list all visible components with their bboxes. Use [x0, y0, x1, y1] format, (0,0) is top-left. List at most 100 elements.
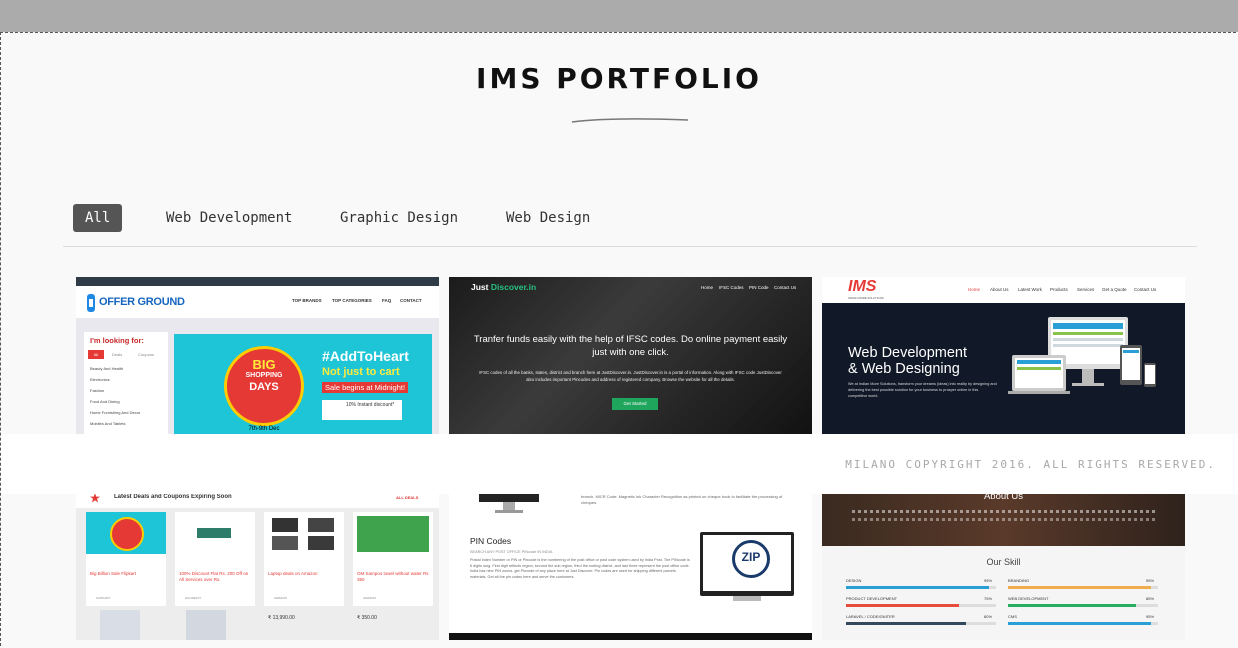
category-item: Mobiles And Tablets — [90, 421, 126, 426]
promo-banner: BIG SHOPPING DAYS 7th-9th Dec #AddToHear… — [174, 334, 432, 434]
housejoy-logo — [197, 528, 231, 538]
site-nav-ifsc: IFSC Codes — [719, 285, 744, 290]
site-nav-faq: FAQ — [382, 298, 392, 303]
deal-store: AMAZON — [274, 596, 287, 600]
skill-bar-fill — [1008, 622, 1151, 625]
deal-store: AMAZON — [363, 596, 376, 600]
site-topbar — [76, 277, 439, 286]
deal-title: 100% Discount Flat Rs. 200 Off on All Se… — [179, 571, 249, 582]
devices-mockup-icon — [1008, 317, 1156, 394]
filter-all[interactable]: All — [73, 204, 123, 232]
big-shopping-days-badge — [110, 517, 144, 551]
deal-card: OM Sampoo towel without water Rs 350 AMA… — [353, 512, 433, 606]
site-nav-services: Services — [1077, 287, 1095, 292]
skill-name: CMS — [1008, 614, 1017, 619]
site-nav-quote: Get a Quote — [1102, 287, 1127, 292]
skill-bar-fill — [1008, 586, 1151, 589]
deal-card: Laptop deals on Amazon AMAZON — [264, 512, 344, 606]
skill-percent: 80% — [984, 614, 993, 619]
category-tab-all: All — [88, 350, 104, 359]
ims-logo-subtitle: INDIAN MORE SOLUTIONS — [848, 296, 884, 300]
micr-note: branch. MICR Code: Magnetic Ink Characte… — [581, 494, 783, 505]
skill-name: LARAVEL / CODEIGNITER — [846, 614, 895, 619]
skill-name: BRANDING — [1008, 578, 1030, 583]
title-underline-swash — [571, 118, 689, 123]
site-nav-about: About Us — [990, 287, 1009, 292]
category-item: Electronics — [90, 377, 110, 382]
site-nav-latest-work: Latest Work — [1018, 287, 1042, 292]
site-nav-top-brands: TOP BRANDS — [292, 298, 322, 303]
hero-body-2: also includes important Pincodes and add… — [526, 377, 735, 382]
site-nav-contact: Contact Us — [1134, 287, 1157, 292]
promo-tagline: Not just to cart — [322, 366, 400, 378]
brand-part-discover: Discover.in — [490, 282, 537, 292]
pin-codes-heading: PIN Codes — [470, 536, 512, 546]
site-nav-top-categories: TOP CATEGORIES — [332, 298, 372, 303]
portfolio-item-just-discover[interactable]: Just Discover.in Home IFSC Codes PIN Cod… — [449, 277, 812, 434]
zip-label: ZIP — [741, 550, 761, 564]
portfolio-item-deals[interactable]: Latest Deals and Coupons Expiring Soon A… — [76, 494, 439, 640]
hero-body: We at Indian More Solutions, transform y… — [848, 382, 997, 398]
deal-price: ₹ 13,990.00 — [268, 615, 295, 621]
site-nav-contact: Contact Us — [774, 285, 797, 290]
skill-percent: 95% — [1146, 578, 1155, 583]
brand-part-just: Just — [471, 282, 489, 292]
skill-bar-fill — [1008, 604, 1136, 607]
deals-heading: Latest Deals and Coupons Expiring Soon — [114, 494, 232, 500]
pin-codes-subheading: SEARCH ANY POST OFFICE PINcode IN INDIA — [470, 550, 553, 554]
hero-headline-2: just with one click. — [592, 347, 669, 358]
deal-title: Big Billion Sale Flipkart — [90, 571, 137, 576]
category-item: Beauty And Health — [90, 366, 124, 371]
pin-codes-body: Postal Index Number or PIN or Pincode is… — [470, 558, 690, 579]
hero-headline-1: Web Development — [848, 345, 968, 361]
skill-percent: 95% — [984, 578, 993, 583]
deal-card: 100% Discount Flat Rs. 200 Off on All Se… — [175, 512, 255, 606]
badge-line-3: DAYS — [249, 381, 279, 393]
offer-ground-logo-icon — [87, 294, 95, 312]
badge-line-1: BIG — [252, 357, 276, 372]
ims-logo: IMS — [848, 278, 877, 295]
skill-percent: 75% — [984, 596, 993, 601]
copyright-text: MILANO COPYRIGHT 2016. ALL RIGHTS RESERV… — [845, 458, 1216, 471]
portfolio-item-offer-ground[interactable]: OFFER GROUND TOP BRANDS TOP CATEGORIES F… — [76, 277, 439, 434]
filter-graphic-design[interactable]: Graphic Design — [340, 204, 458, 232]
deal-store: FLIPKART — [96, 596, 111, 600]
site-nav-pin: PIN Code — [749, 285, 769, 290]
browser-top-bar — [0, 0, 1238, 32]
skill-bar-track — [1008, 604, 1158, 607]
category-item: Home Furnishing And Decor — [90, 410, 141, 415]
promo-discount: 10% Instant discount* — [322, 400, 402, 420]
deal-card: Big Billion Sale Flipkart FLIPKART — [86, 512, 166, 606]
get-started-button: Get Started — [612, 398, 658, 410]
monitor-icon — [479, 494, 539, 513]
portfolio-item-pin-codes[interactable]: branch. MICR Code: Magnetic Ink Characte… — [449, 494, 812, 640]
site-nav-home: Home — [968, 287, 981, 292]
skill-percent: 85% — [1146, 596, 1155, 601]
skill-bar-fill — [846, 586, 989, 589]
deal-store: HOUSEJOY — [185, 596, 202, 600]
about-us-heading: About Us — [983, 494, 1024, 502]
all-deals-link: ALL DEALS — [396, 495, 419, 500]
page-title: IMS PORTFOLIO — [476, 62, 762, 95]
offer-ground-brand: OFFER GROUND — [99, 296, 185, 308]
skill-bar-track — [1008, 586, 1158, 589]
site-nav-home: Home — [701, 285, 714, 290]
skill-percent: 95% — [1146, 614, 1155, 619]
category-tab-deals: Deals — [112, 352, 123, 357]
promo-sale-note: Sale begins at Midnight! — [322, 382, 409, 393]
category-item: Fashion — [90, 388, 105, 393]
skill-bar-track — [846, 622, 996, 625]
promo-hashtag: #AddToHeart — [322, 348, 409, 364]
badge-dates: 7th-9th Dec — [248, 426, 280, 432]
category-tab-coupons: Coupons — [138, 352, 155, 357]
our-skill-heading: Our Skill — [986, 557, 1021, 567]
hero-body-1: IFSC codes of all the banks, states, dis… — [479, 370, 782, 375]
skill-bar-track — [846, 586, 996, 589]
category-item: Food And Dining — [90, 399, 120, 404]
portfolio-item-ims[interactable]: IMS INDIAN MORE SOLUTIONS Home About Us … — [822, 277, 1185, 434]
portfolio-item-skills[interactable]: About Us Our Skill DESIGN 95% BRANDING 95% P… — [822, 494, 1185, 640]
filter-web-development[interactable]: Web Development — [166, 204, 292, 232]
hero-headline-2: & Web Designing — [848, 361, 960, 377]
deal-price: ₹ 350.00 — [357, 615, 377, 621]
filter-web-design[interactable]: Web Design — [506, 204, 590, 232]
